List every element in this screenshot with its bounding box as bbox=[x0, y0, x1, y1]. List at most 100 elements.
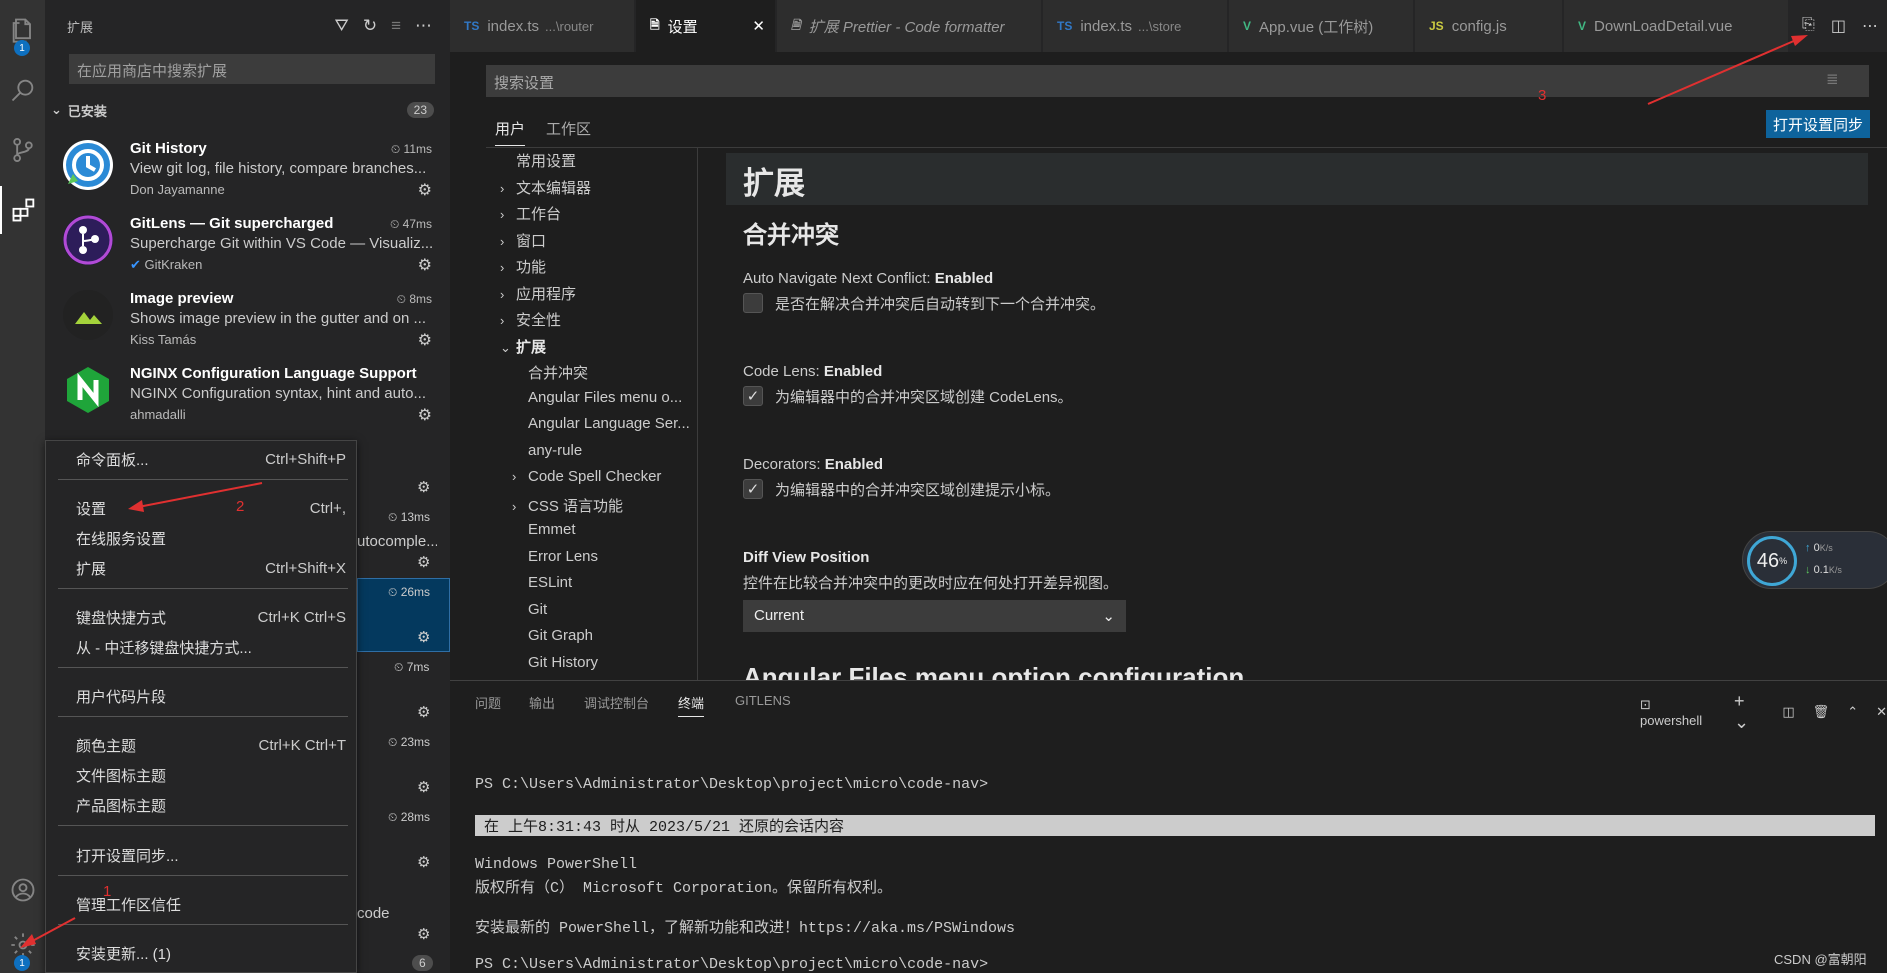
toc-item[interactable]: › 工作台 bbox=[500, 203, 561, 224]
panel-tab-terminal[interactable]: 终端 bbox=[678, 693, 705, 717]
split-editor-icon[interactable]: ◫ bbox=[1831, 16, 1846, 36]
menu-item-settings-sync[interactable]: 打开设置同步... bbox=[76, 843, 346, 867]
clear-icon[interactable]: ≡ bbox=[391, 16, 401, 36]
terminal-select[interactable]: ⊡ powershell bbox=[1640, 697, 1716, 728]
add-terminal-icon[interactable]: + ⌄ bbox=[1734, 691, 1764, 733]
turn-on-settings-sync-button[interactable]: 打开设置同步 bbox=[1766, 110, 1870, 138]
menu-item-settings[interactable]: 设置 Ctrl+, bbox=[76, 496, 346, 520]
sidebar-title: 扩展 bbox=[67, 19, 94, 35]
upload-speed: ↑ 0K/s bbox=[1805, 542, 1833, 554]
tab-index-store[interactable]: TS index.ts ...\store bbox=[1043, 0, 1228, 52]
scope-tab-user[interactable]: 用户 bbox=[495, 118, 526, 146]
manage-gear-icon[interactable]: ⚙ bbox=[417, 628, 430, 646]
toc-item[interactable]: Error Lens bbox=[512, 548, 598, 565]
manage-gear-icon[interactable]: ⚙ bbox=[417, 703, 430, 721]
open-settings-json-icon[interactable]: ⎘ bbox=[1802, 16, 1815, 36]
filter-icon[interactable]: ⛛ bbox=[335, 16, 349, 36]
extension-item[interactable]: Git History View git log, file history, … bbox=[45, 130, 450, 205]
manage-gear-icon[interactable]: ⚙ bbox=[417, 553, 430, 571]
diff-view-position-select[interactable]: Current ⌄ bbox=[743, 600, 1126, 632]
manage-gear-icon[interactable]: ⚙ bbox=[418, 330, 432, 350]
account-icon[interactable] bbox=[0, 866, 45, 914]
tab-app-vue[interactable]: V App.vue (工作树) bbox=[1229, 0, 1414, 52]
manage-gear-icon[interactable]: ⚙ bbox=[417, 853, 430, 871]
panel-tab-debug-console[interactable]: 调试控制台 bbox=[584, 693, 649, 712]
menu-separator bbox=[58, 825, 348, 826]
extension-item[interactable]: Image preview Shows image preview in the… bbox=[45, 280, 450, 355]
auto-navigate-checkbox[interactable] bbox=[743, 293, 763, 313]
toc-item[interactable]: Git History bbox=[512, 654, 598, 671]
manage-gear-icon[interactable]: ⚙ bbox=[417, 778, 430, 796]
toc-item[interactable]: 合并冲突 bbox=[512, 362, 588, 383]
manage-gear-icon[interactable]: ⚙ bbox=[418, 255, 432, 275]
toc-item[interactable]: Angular Files menu o... bbox=[512, 389, 682, 406]
toc-item[interactable]: 常用设置 bbox=[500, 150, 576, 171]
source-control-icon[interactable] bbox=[0, 126, 45, 174]
refresh-icon[interactable]: ↻ bbox=[363, 16, 377, 36]
menu-item-file-icon-theme[interactable]: 文件图标主题 bbox=[76, 763, 346, 787]
kill-terminal-icon[interactable]: 🗑 bbox=[1813, 704, 1830, 720]
maximize-panel-icon[interactable]: ⌃ bbox=[1847, 704, 1858, 720]
scope-tab-workspace[interactable]: 工作区 bbox=[546, 118, 591, 139]
extension-desc: Shows image preview in the gutter and on… bbox=[130, 310, 427, 327]
decorators-checkbox[interactable]: ✓ bbox=[743, 479, 763, 499]
menu-item-keyboard-shortcuts[interactable]: 键盘快捷方式 Ctrl+K Ctrl+S bbox=[76, 605, 346, 629]
menu-item-migrate-shortcuts[interactable]: 从 - 中迁移键盘快捷方式... bbox=[76, 635, 346, 659]
manage-gear-icon[interactable]: 1 bbox=[0, 921, 45, 971]
manage-gear-icon[interactable]: ⚙ bbox=[418, 180, 432, 200]
manage-gear-icon[interactable]: ⚙ bbox=[417, 478, 430, 496]
more-actions-icon[interactable]: ⋯ bbox=[1862, 16, 1878, 36]
menu-item-extensions[interactable]: 扩展 Ctrl+Shift+X bbox=[76, 556, 346, 580]
toc-item[interactable]: › 窗口 bbox=[500, 230, 546, 251]
extension-search-input[interactable]: 在应用商店中搜索扩展 bbox=[69, 54, 435, 84]
tab-download-detail[interactable]: V DownLoadDetail.vue bbox=[1564, 0, 1789, 52]
editor-tab-bar: TS index.ts ...\router 🗎 设置 ✕ 🗎 扩展 Prettier -… bbox=[450, 0, 1887, 52]
close-icon[interactable]: ✕ bbox=[752, 17, 765, 35]
menu-item-install-update[interactable]: 安装更新... (1) bbox=[76, 941, 346, 965]
tab-settings[interactable]: 🗎 设置 ✕ bbox=[636, 0, 776, 52]
panel-tab-output[interactable]: 输出 bbox=[529, 693, 555, 712]
panel-tab-problems[interactable]: 问题 bbox=[475, 693, 501, 712]
code-lens-checkbox[interactable]: ✓ bbox=[743, 386, 763, 406]
toc-item[interactable]: Git bbox=[512, 601, 547, 618]
toc-item[interactable]: › 安全性 bbox=[500, 309, 561, 330]
toc-item[interactable]: any-rule bbox=[512, 442, 582, 459]
panel-tab-gitlens[interactable]: GITLENS bbox=[735, 693, 791, 708]
chevron-icon: › bbox=[500, 313, 505, 328]
extensions-icon[interactable] bbox=[0, 186, 45, 234]
menu-item-user-snippets[interactable]: 用户代码片段 bbox=[76, 684, 346, 708]
tab-index-router[interactable]: TS index.ts ...\router bbox=[450, 0, 635, 52]
chevron-down-icon: ⌄ bbox=[1102, 608, 1115, 625]
manage-gear-icon[interactable]: ⚙ bbox=[418, 405, 432, 425]
split-terminal-icon[interactable]: ◫ bbox=[1782, 704, 1794, 720]
filter-list-icon[interactable]: ≣ bbox=[1826, 70, 1839, 88]
toc-item[interactable]: ⌄ 扩展 bbox=[500, 336, 546, 357]
manage-gear-icon[interactable]: ⚙ bbox=[417, 925, 430, 943]
tab-config-js[interactable]: JS config.js bbox=[1415, 0, 1563, 52]
toc-item[interactable]: Angular Language Ser... bbox=[512, 415, 690, 432]
menu-item-online-services[interactable]: 在线服务设置 bbox=[76, 526, 346, 550]
toc-item[interactable]: › Code Spell Checker bbox=[512, 468, 661, 485]
menu-item-color-theme[interactable]: 颜色主题 Ctrl+K Ctrl+T bbox=[76, 733, 346, 757]
toc-item[interactable]: › 文本编辑器 bbox=[500, 177, 591, 198]
installed-section-header[interactable]: ⌄ 已安装 23 bbox=[45, 98, 450, 122]
tab-prettier[interactable]: 🗎 扩展 Prettier - Code formatter bbox=[777, 0, 1042, 52]
close-panel-icon[interactable]: ✕ bbox=[1876, 704, 1887, 720]
extension-item[interactable]: NGINX Configuration Language Support NGI… bbox=[45, 355, 450, 430]
more-icon[interactable]: ⋯ bbox=[415, 16, 432, 36]
menu-item-workspace-trust[interactable]: 管理工作区信任 bbox=[76, 892, 346, 916]
editor-actions: ⎘ ◫ ⋯ bbox=[1802, 16, 1878, 36]
explorer-icon[interactable]: 1 bbox=[0, 6, 45, 56]
toc-item[interactable]: ESLint bbox=[512, 574, 572, 591]
toc-item[interactable]: › CSS 语言功能 bbox=[512, 495, 623, 516]
search-icon[interactable] bbox=[0, 66, 45, 114]
settings-search-input[interactable]: 搜索设置 bbox=[486, 65, 1869, 97]
toc-item[interactable]: Emmet bbox=[512, 521, 576, 538]
activation-time: ⏲ 47ms bbox=[389, 217, 432, 231]
toc-item[interactable]: › 功能 bbox=[500, 256, 546, 277]
menu-item-command-palette[interactable]: 命令面板... Ctrl+Shift+P bbox=[76, 447, 346, 471]
extension-item[interactable]: GitLens — Git supercharged Supercharge G… bbox=[45, 205, 450, 280]
toc-item[interactable]: Git Graph bbox=[512, 627, 593, 644]
toc-item[interactable]: › 应用程序 bbox=[500, 283, 576, 304]
menu-item-product-icon-theme[interactable]: 产品图标主题 bbox=[76, 793, 346, 817]
